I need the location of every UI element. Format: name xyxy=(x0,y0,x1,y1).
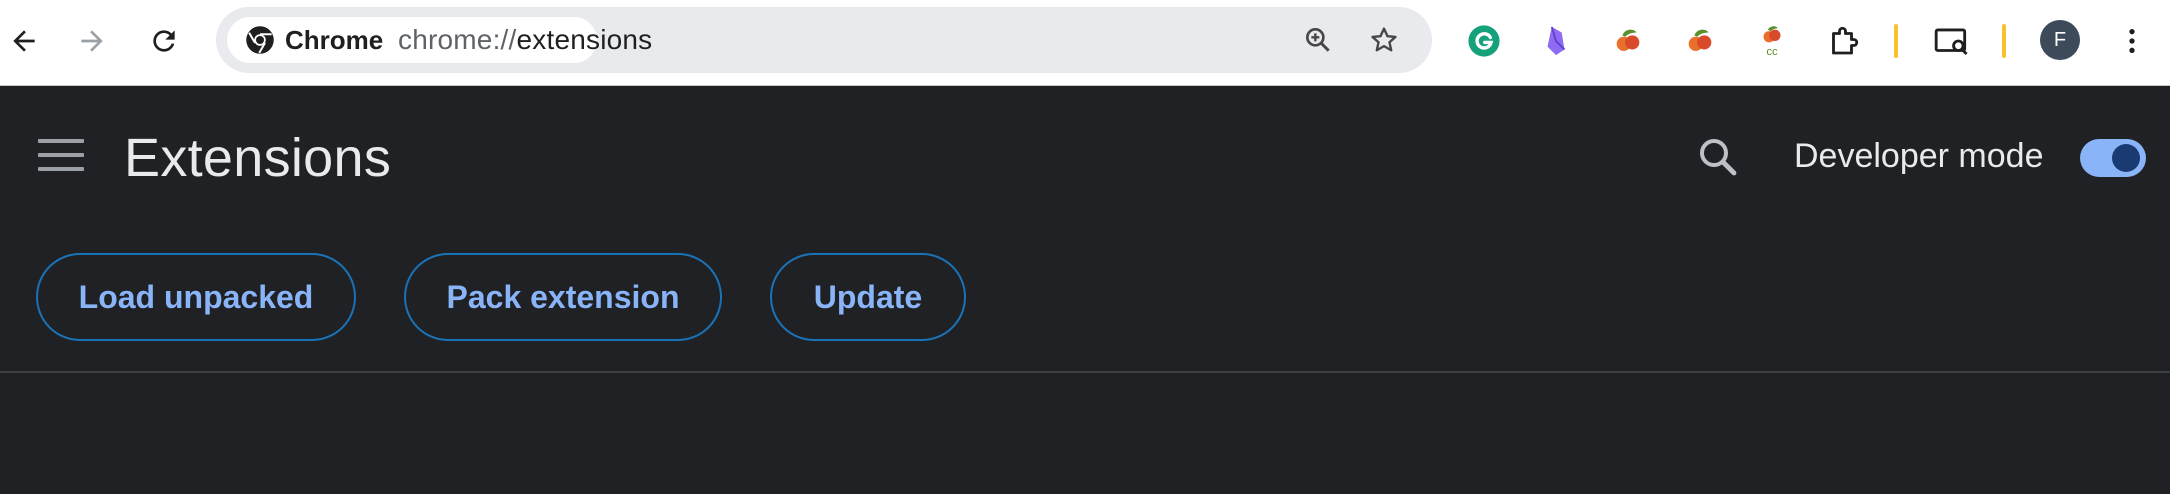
address-bar[interactable]: Chrome chrome://extensions xyxy=(216,7,1432,73)
screen-search-button[interactable] xyxy=(1930,19,1974,63)
url-scheme: chrome:// xyxy=(398,24,517,55)
toggle-knob xyxy=(2112,144,2140,172)
toolbar-divider xyxy=(1894,24,1898,58)
screen-search-icon xyxy=(1934,28,1968,55)
forward-button[interactable] xyxy=(68,17,116,65)
url-path: extensions xyxy=(516,24,653,55)
profile-avatar[interactable]: F xyxy=(2040,20,2080,60)
crystal-icon xyxy=(1547,26,1566,56)
zoom-in-icon xyxy=(1306,27,1330,52)
arrow-left-icon xyxy=(13,30,35,52)
cc-label: cc xyxy=(1766,46,1778,58)
puzzle-piece-icon xyxy=(1832,26,1859,55)
back-button[interactable] xyxy=(0,17,48,65)
load-unpacked-button[interactable]: Load unpacked xyxy=(36,253,356,341)
zoom-button[interactable] xyxy=(1298,20,1338,60)
hamburger-menu-icon xyxy=(38,139,84,143)
bookmark-button[interactable] xyxy=(1364,20,1404,60)
hamburger-line xyxy=(38,153,84,157)
developer-mode-toggle[interactable] xyxy=(2080,139,2146,177)
main-menu-button[interactable] xyxy=(38,139,84,179)
chrome-logo-icon xyxy=(246,26,274,54)
url-text[interactable]: chrome://extensions xyxy=(398,7,652,73)
crystal-extension[interactable] xyxy=(1534,19,1578,63)
grammarly-icon xyxy=(1468,25,1500,57)
fruit-icon xyxy=(1616,29,1640,51)
search-icon xyxy=(1700,139,1737,176)
arrow-right-icon xyxy=(81,30,103,52)
fruit-extension[interactable] xyxy=(1606,19,1650,63)
hamburger-line xyxy=(38,167,84,171)
fruit-extension-2[interactable] xyxy=(1678,19,1722,63)
fruit-cc-icon: cc xyxy=(1763,26,1781,58)
grammarly-extension[interactable] xyxy=(1462,19,1506,63)
extensions-menu-button[interactable] xyxy=(1822,19,1866,63)
more-vertical-icon xyxy=(2129,29,2135,53)
fruit-cc-extension[interactable]: cc xyxy=(1750,19,1794,63)
reload-icon xyxy=(153,30,175,52)
search-extensions-button[interactable] xyxy=(1694,133,1742,181)
header-separator xyxy=(0,371,2170,373)
extensions-header: Extensions Developer mode Load unpacked … xyxy=(0,87,2170,341)
browser-toolbar: Chrome chrome://extensions cc F xyxy=(0,0,2170,86)
reload-button[interactable] xyxy=(140,17,188,65)
developer-mode-label: Developer mode xyxy=(1794,137,2044,175)
update-button[interactable]: Update xyxy=(770,253,966,341)
pack-extension-button[interactable]: Pack extension xyxy=(404,253,722,341)
toolbar-divider-2 xyxy=(2002,24,2006,58)
chip-label: Chrome xyxy=(285,24,384,55)
star-icon xyxy=(1371,27,1397,52)
browser-menu-button[interactable] xyxy=(2110,19,2154,63)
fruit-icon-2 xyxy=(1688,29,1712,51)
page-title: Extensions xyxy=(124,128,392,188)
